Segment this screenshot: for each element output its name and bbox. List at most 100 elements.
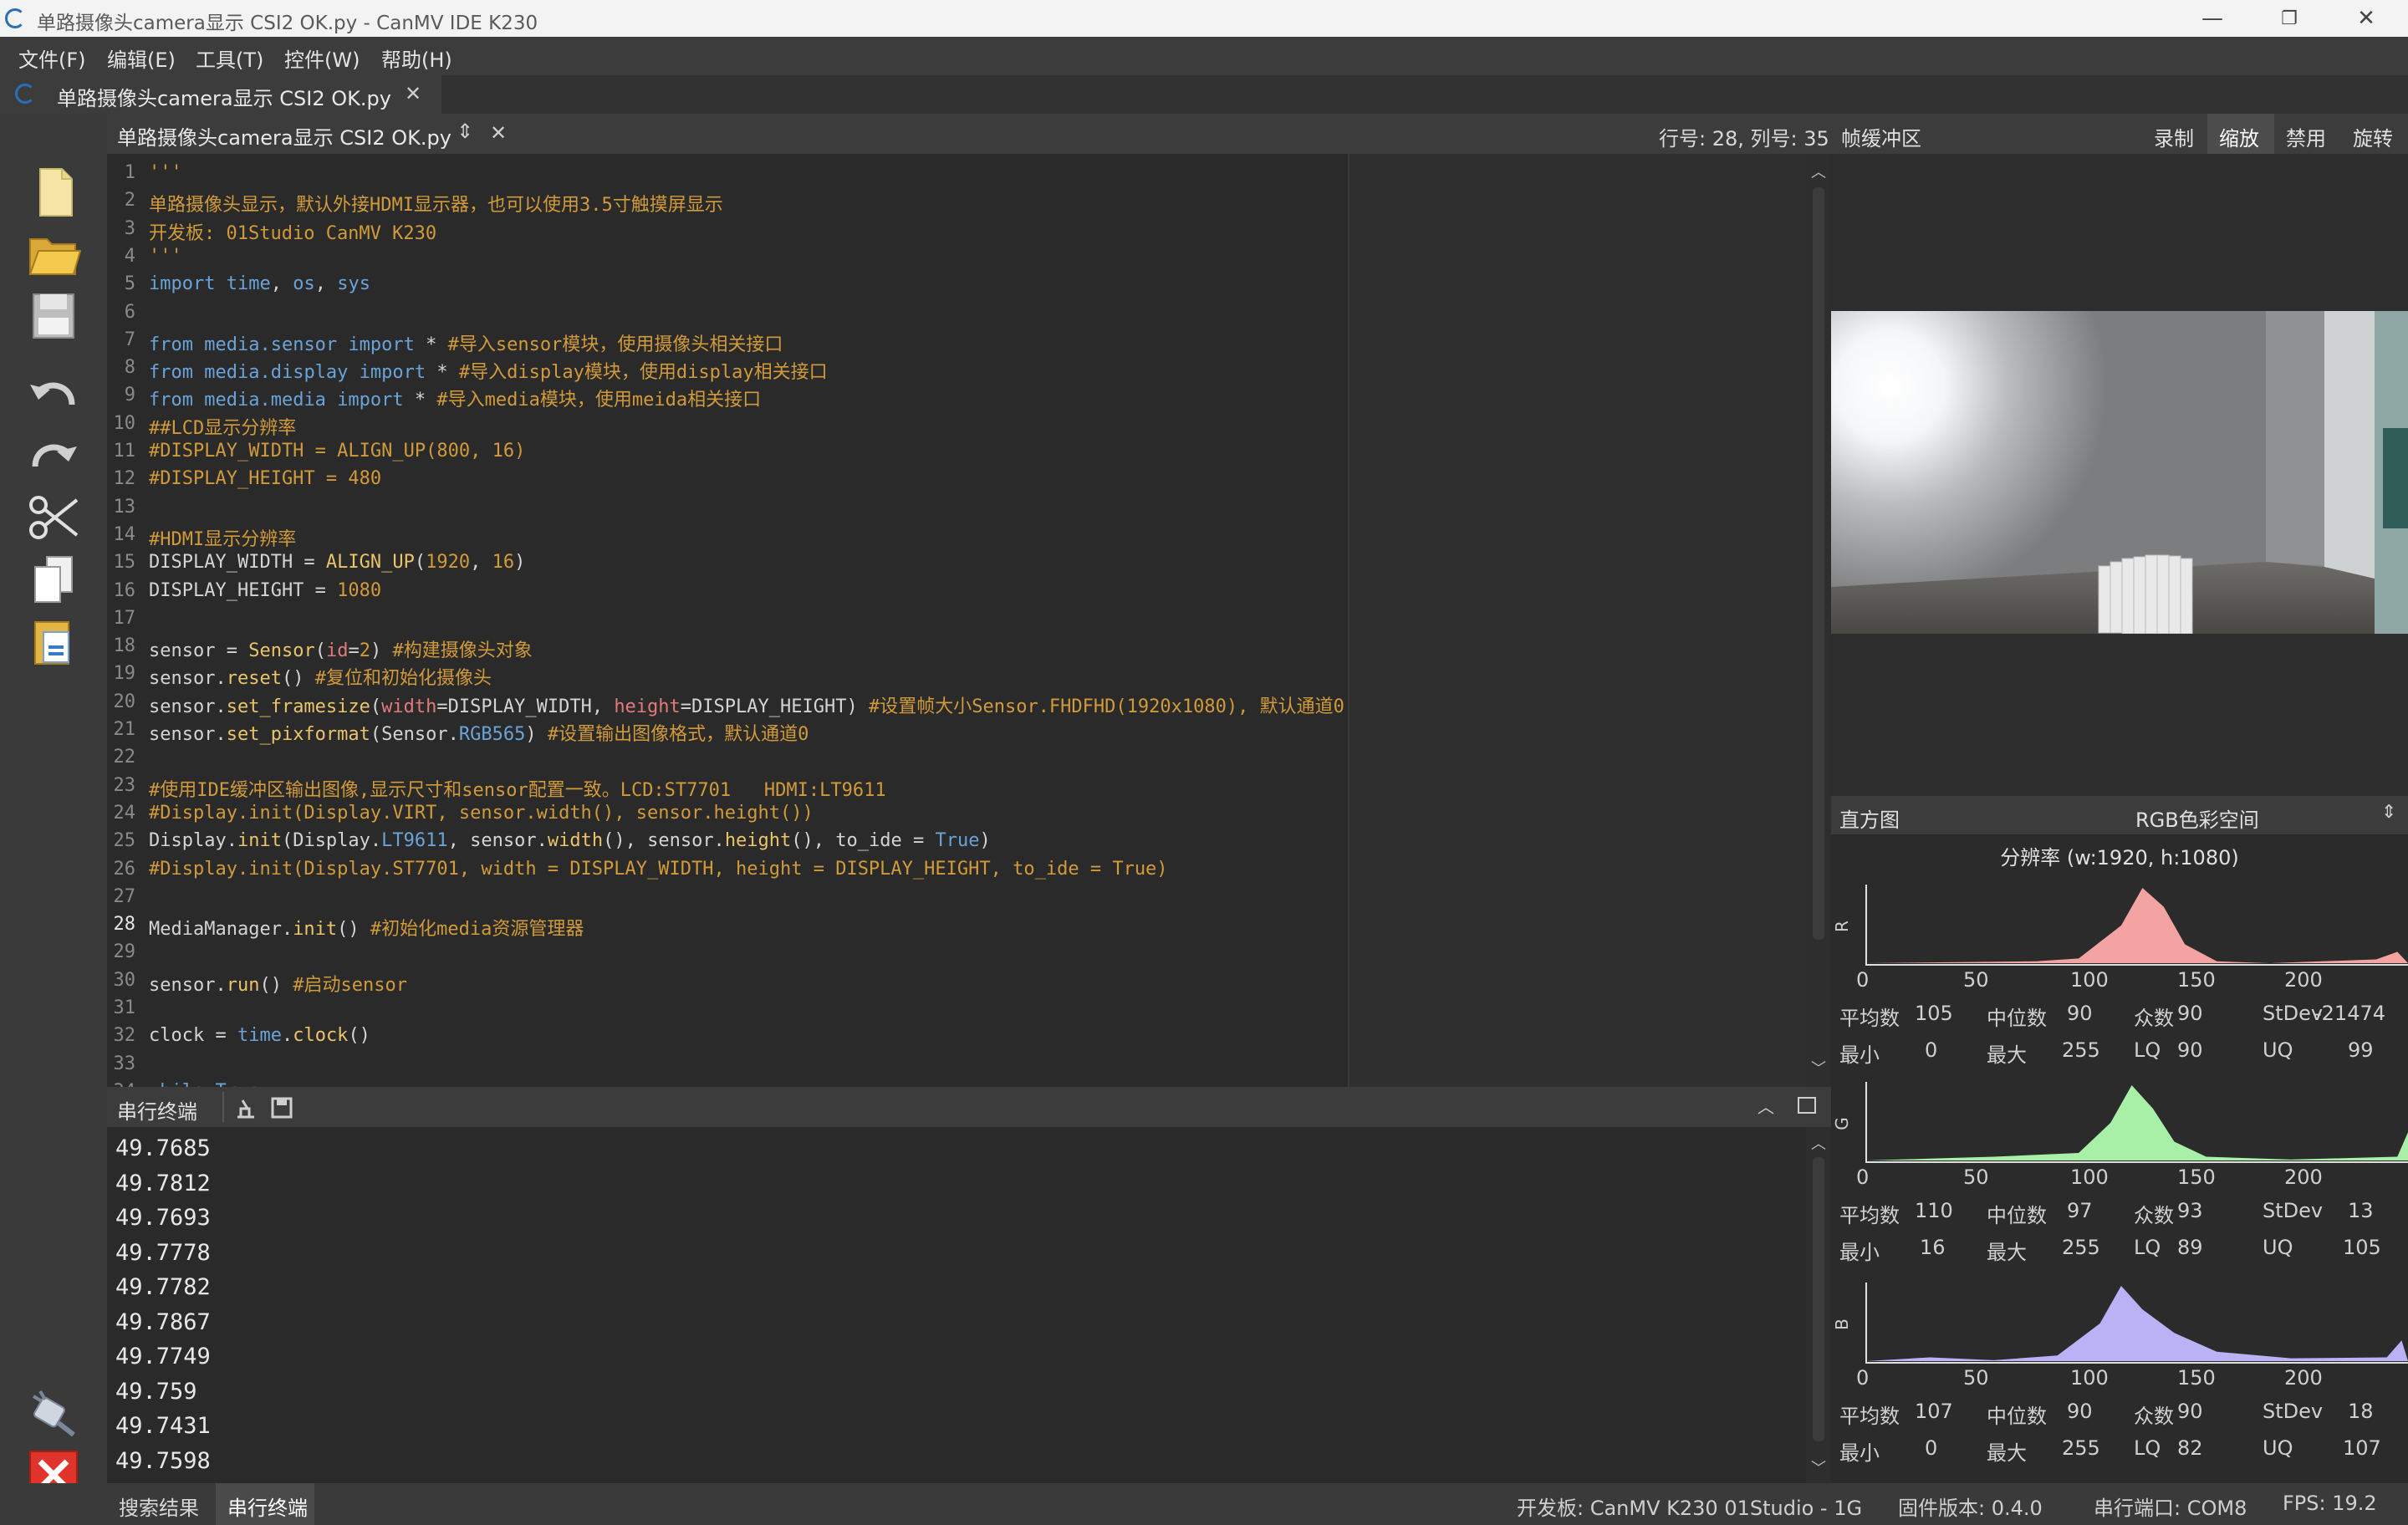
stat-value: 107	[1915, 1400, 1953, 1423]
stat-value: 82	[2177, 1436, 2203, 1460]
code-line: #Display.init(Display.VIRT, sensor.width…	[149, 802, 814, 824]
line-number: 10	[113, 412, 136, 434]
stat-label: 众数	[2134, 1204, 2174, 1227]
zoom-button[interactable]: 缩放	[2219, 122, 2259, 151]
stat-value: 13	[2348, 1199, 2374, 1222]
histogram-plot: R	[1832, 885, 2408, 966]
close-button[interactable]: ✕	[2328, 0, 2405, 37]
stat-label: 最大	[1987, 1241, 2027, 1264]
axis-tick-label: 0	[1856, 968, 1870, 992]
stat-value: 89	[2177, 1236, 2203, 1259]
terminal-line: 49.7778	[115, 1239, 211, 1266]
line-number: 32	[113, 1025, 136, 1047]
rotate-button[interactable]: 旋转	[2353, 122, 2393, 151]
line-number: 16	[113, 579, 136, 601]
stat-value: 0	[1925, 1436, 1938, 1460]
terminal-scrollbar[interactable]: ︿ ﹀	[1806, 1127, 1831, 1483]
file-tab[interactable]: 单路摄像头camera显示 CSI2 OK.py ✕	[0, 75, 441, 115]
minimize-button[interactable]: —	[2174, 0, 2251, 37]
code-line: DISPLAY_HEIGHT = 1080	[149, 579, 382, 601]
stat-label: 平均数	[1839, 1405, 1900, 1428]
editor-header: 单路摄像头camera显示 CSI2 OK.py ⇕ ✕ 行号: 28, 列号:…	[107, 114, 1831, 154]
copy-icon[interactable]	[23, 552, 84, 609]
redo-icon[interactable]	[23, 426, 84, 483]
record-button[interactable]: 录制	[2154, 122, 2194, 151]
stat-label: 最大	[1987, 1043, 2027, 1067]
serial-terminal-tab[interactable]: 串行终端	[227, 1492, 308, 1521]
colorspace-dropdown-icon[interactable]: ⇕	[2381, 802, 2396, 823]
line-number: 26	[113, 858, 136, 880]
stat-label: LQ	[2134, 1038, 2161, 1062]
terminal-maximize-icon[interactable]	[1798, 1097, 1816, 1114]
menu-edit[interactable]: 编辑(E)	[107, 43, 176, 73]
cut-icon[interactable]	[23, 488, 84, 545]
stat-value: 18	[2348, 1400, 2374, 1423]
axis-tick-label: 0	[1856, 1165, 1870, 1189]
stat-label: 中位数	[1987, 1007, 2047, 1030]
terminal-clear-icon[interactable]	[232, 1095, 258, 1120]
histogram-area-r	[1866, 888, 2408, 963]
file-tab-label: 单路摄像头camera显示 CSI2 OK.py	[57, 87, 391, 110]
restore-button[interactable]: ❐	[2251, 0, 2328, 37]
terminal-collapse-icon[interactable]: ︿	[1758, 1094, 1774, 1118]
code-line: #DISPLAY_WIDTH = ALIGN_UP(800, 16)	[149, 441, 526, 462]
line-number: 9	[124, 385, 135, 406]
stat-label: StDev	[2263, 1199, 2324, 1222]
histogram-area-b	[1866, 1286, 2408, 1361]
terminal-save-icon[interactable]	[269, 1095, 294, 1120]
menu-tools[interactable]: 工具(T)	[196, 43, 263, 73]
connect-icon[interactable]	[23, 1385, 84, 1441]
editor-file-select[interactable]: 单路摄像头camera显示 CSI2 OK.py	[117, 121, 452, 150]
search-results-tab[interactable]: 搜索结果	[119, 1492, 199, 1521]
stat-label: 众数	[2134, 1007, 2174, 1030]
stat-value: 99	[2348, 1038, 2374, 1062]
terminal-line: 49.7749	[115, 1344, 211, 1369]
stat-label: 最小	[1839, 1043, 1880, 1067]
colorspace-select[interactable]: RGB色彩空间	[2135, 803, 2259, 833]
histogram-channel-b: B 0 50 100 150 200 平均数 107 中位数 90 众数 90 StDev 18 最小 0 最大…	[1831, 1276, 2408, 1468]
stat-value: 90	[2177, 1400, 2203, 1423]
line-number: 6	[124, 301, 135, 323]
editor-close-icon[interactable]: ✕	[490, 121, 507, 145]
code-line: '''	[149, 162, 182, 183]
paste-icon[interactable]	[23, 614, 84, 671]
framebuffer-view	[1831, 154, 2408, 796]
line-number: 33	[113, 1053, 136, 1074]
new-file-icon[interactable]	[23, 164, 84, 221]
axis-tick-label: 0	[1856, 1366, 1870, 1390]
editor-scrollbar[interactable]: ︿ ﹀	[1806, 154, 1831, 1087]
terminal-scroll-down-icon[interactable]: ﹀	[1811, 1456, 1826, 1478]
stat-value: 90	[2177, 1002, 2203, 1025]
menu-file[interactable]: 文件(F)	[18, 43, 86, 73]
scroll-down-icon[interactable]: ﹀	[1811, 1057, 1826, 1079]
editor-scroll-thumb[interactable]	[1813, 187, 1824, 940]
code-line: sensor.reset() #复位和初始化摄像头	[149, 668, 492, 690]
terminal-line: 49.7812	[115, 1170, 211, 1196]
open-folder-icon[interactable]	[23, 226, 84, 283]
file-tab-close-icon[interactable]: ✕	[405, 82, 421, 105]
stat-value: 107	[2343, 1436, 2381, 1460]
undo-icon[interactable]	[23, 365, 84, 421]
menu-widgets[interactable]: 控件(W)	[284, 43, 360, 73]
code-editor[interactable]: 1 ''' 2 单路摄像头显示，默认外接HDMI显示器，也可以使用3.5寸触摸屏显示 3…	[107, 154, 1806, 1087]
left-toolbar	[0, 114, 107, 1525]
line-number: 4	[124, 245, 135, 267]
stat-value: 90	[2067, 1400, 2093, 1423]
framebuffer-header: 帧缓冲区 录制 缩放 禁用 旋转	[1831, 114, 2408, 154]
menu-help[interactable]: 帮助(H)	[381, 43, 452, 73]
code-line: ##LCD显示分辨率	[149, 417, 297, 439]
axis-tick-label: 200	[2284, 1165, 2323, 1189]
stat-label: 众数	[2134, 1405, 2174, 1428]
save-icon[interactable]	[23, 288, 84, 344]
window-title: 单路摄像头camera显示 CSI2 OK.py - CanMV IDE K23…	[37, 13, 538, 34]
axis-tick-label: 50	[1963, 1165, 1989, 1189]
disable-button[interactable]: 禁用	[2286, 122, 2326, 151]
terminal-scroll-up-icon[interactable]: ︿	[1811, 1132, 1826, 1154]
terminal-scroll-thumb[interactable]	[1813, 1157, 1824, 1441]
scroll-up-icon[interactable]: ︿	[1811, 161, 1826, 182]
line-number: 28	[113, 914, 136, 936]
serial-terminal[interactable]: 49.7685 49.7812 49.7693 49.7778 49.7782 49.78…	[107, 1127, 1806, 1483]
code-line: #Display.init(Display.ST7701, width = DI…	[149, 858, 1168, 880]
code-line: #使用IDE缓冲区输出图像,显示尺寸和sensor配置一致。LCD:ST7701…	[149, 779, 886, 801]
updown-arrows-icon[interactable]: ⇕	[457, 120, 473, 143]
